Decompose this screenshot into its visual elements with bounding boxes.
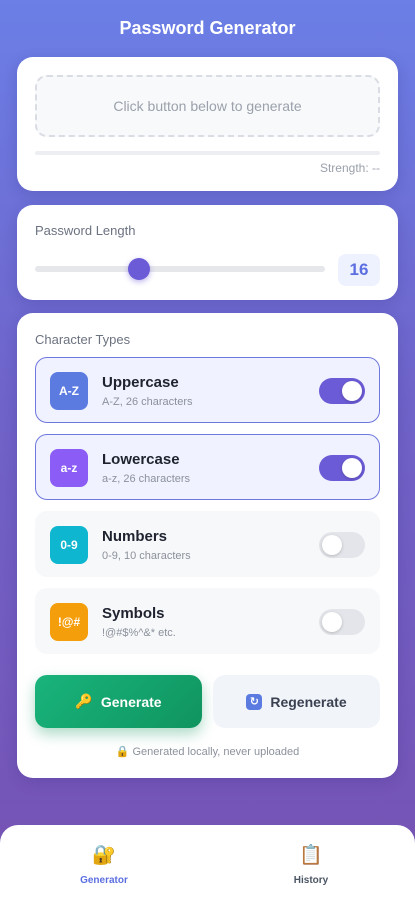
generate-button[interactable]: 🔑 Generate: [35, 675, 202, 728]
type-row-lowercase[interactable]: a-z Lowercase a-z, 26 characters: [35, 434, 380, 500]
password-output-card: Click button below to generate Strength:…: [17, 57, 398, 191]
type-row-symbols[interactable]: !@# Symbols !@#$%^&* etc.: [35, 588, 380, 654]
length-value: 16: [338, 254, 380, 286]
type-name: Lowercase: [102, 451, 180, 468]
toggle-knob: [342, 458, 362, 478]
nav-item-history[interactable]: 📋 History: [261, 845, 361, 886]
strength-bar: [35, 151, 380, 155]
password-display[interactable]: Click button below to generate: [35, 75, 380, 137]
refresh-icon: ↻: [246, 693, 263, 710]
length-label: Password Length: [35, 223, 136, 238]
type-name: Uppercase: [102, 374, 179, 391]
type-desc: 0-9, 10 characters: [102, 550, 191, 562]
nav-label: Generator: [80, 875, 128, 886]
symbols-toggle[interactable]: [319, 609, 365, 635]
regenerate-label: Regenerate: [270, 693, 347, 710]
regenerate-button[interactable]: ↻ Regenerate: [213, 675, 380, 728]
lock-key-icon: 🔐: [92, 845, 116, 866]
toggle-knob: [342, 381, 362, 401]
lowercase-toggle[interactable]: [319, 455, 365, 481]
type-desc: a-z, 26 characters: [102, 473, 191, 485]
clipboard-icon: 📋: [299, 845, 323, 866]
type-desc: A-Z, 26 characters: [102, 396, 193, 408]
key-icon: 🔑: [75, 693, 93, 709]
toggle-knob: [322, 535, 342, 555]
type-row-numbers[interactable]: 0-9 Numbers 0-9, 10 characters: [35, 511, 380, 577]
local-note: 🔒 Generated locally, never uploaded: [115, 746, 300, 758]
character-types-label: Character Types: [35, 332, 131, 347]
numbers-icon: 0-9: [50, 526, 88, 564]
character-types-card: Character Types A-Z Uppercase A-Z, 26 ch…: [17, 313, 398, 778]
app-title: Password Generator: [119, 18, 296, 38]
length-card: Password Length 16: [17, 205, 398, 300]
symbols-icon: !@#: [50, 603, 88, 641]
strength-label: Strength: --: [319, 161, 380, 175]
nav-item-generator[interactable]: 🔐 Generator: [54, 845, 154, 886]
type-name: Numbers: [102, 528, 168, 545]
type-name: Symbols: [102, 605, 165, 622]
type-desc: !@#$%^&* etc.: [102, 627, 176, 639]
length-slider-thumb[interactable]: [128, 258, 150, 280]
numbers-toggle[interactable]: [319, 532, 365, 558]
uppercase-icon: A-Z: [50, 372, 88, 410]
lowercase-icon: a-z: [50, 449, 88, 487]
toggle-knob: [322, 612, 342, 632]
nav-label: History: [293, 875, 329, 886]
uppercase-toggle[interactable]: [319, 378, 365, 404]
type-row-uppercase[interactable]: A-Z Uppercase A-Z, 26 characters: [35, 357, 380, 423]
generate-label: Generate: [100, 693, 162, 710]
bottom-nav: 🔐 Generator 📋 History: [0, 825, 415, 900]
length-slider[interactable]: [35, 258, 325, 280]
